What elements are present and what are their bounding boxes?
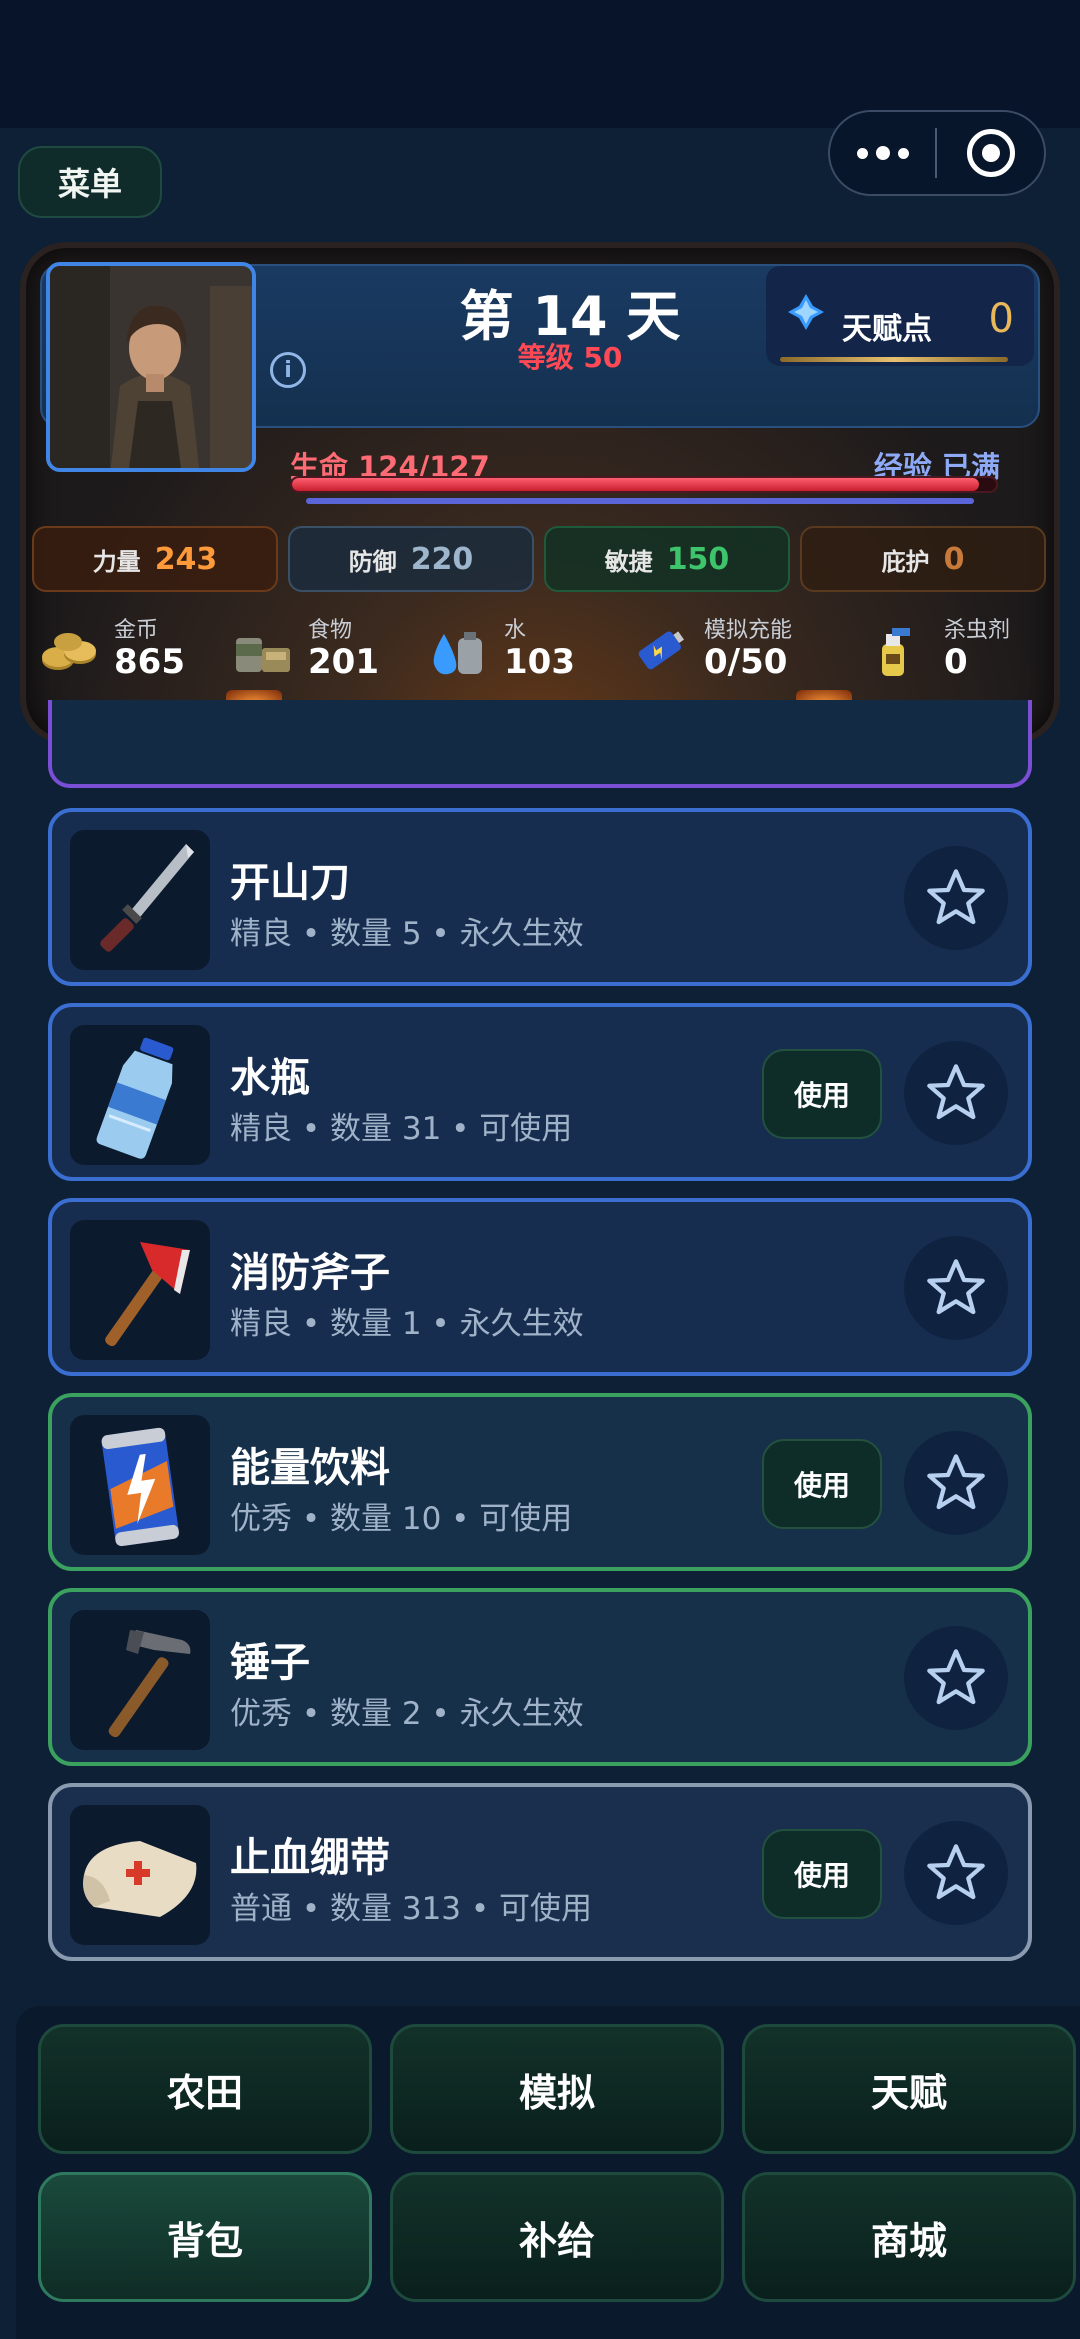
item-name: 能量饮料 [230, 1445, 390, 1491]
player-level: 等级 50 [517, 341, 623, 374]
more-options-icon[interactable] [830, 146, 935, 160]
item-meta: 优秀 • 数量 2 • 永久生效 [230, 1696, 584, 1732]
favorite-star-icon[interactable] [904, 1626, 1008, 1730]
resource-label: 杀虫剂 [944, 618, 1011, 643]
stat-shelter: 庇护 0 [800, 526, 1046, 592]
list-item [48, 700, 1032, 788]
menu-button[interactable]: 菜单 [18, 146, 162, 218]
stat-value: 220 [410, 541, 474, 577]
favorite-star-icon[interactable] [904, 1431, 1008, 1535]
info-icon[interactable]: i [270, 352, 306, 388]
exp-bar [306, 498, 974, 504]
nav-bag-button[interactable]: 背包 [38, 2172, 372, 2302]
mini-program-capsule [828, 110, 1046, 196]
list-item[interactable]: 止血绷带 普通 • 数量 313 • 可使用 使用 [48, 1783, 1032, 1961]
stat-strength: 力量 243 [32, 526, 278, 592]
resource-value: 0 [944, 642, 968, 682]
item-name: 开山刀 [230, 860, 350, 906]
talent-points-label: 天赋点 [842, 312, 932, 347]
stat-defense: 防御 220 [288, 526, 534, 592]
resource-label: 水 [504, 618, 527, 643]
food-icon [236, 638, 290, 672]
favorite-star-icon[interactable] [904, 1821, 1008, 1925]
nav-simulate-button[interactable]: 模拟 [390, 2024, 724, 2154]
resource-value: 865 [114, 642, 185, 682]
favorite-star-icon[interactable] [904, 1236, 1008, 1340]
resource-value: 201 [308, 642, 379, 682]
stat-label: 敏捷 [604, 547, 653, 576]
water-icon [433, 632, 482, 675]
list-item[interactable]: 能量饮料 优秀 • 数量 10 • 可使用 使用 [48, 1393, 1032, 1571]
item-meta: 精良 • 数量 31 • 可使用 [230, 1111, 573, 1147]
use-button[interactable]: 使用 [762, 1829, 882, 1919]
item-meta: 普通 • 数量 313 • 可使用 [230, 1891, 593, 1927]
favorite-star-icon[interactable] [904, 1041, 1008, 1145]
stat-value: 243 [154, 541, 218, 577]
item-meta: 精良 • 数量 5 • 永久生效 [230, 916, 584, 952]
item-name: 止血绷带 [230, 1835, 390, 1881]
item-name: 锤子 [230, 1640, 310, 1686]
spray-icon [882, 628, 910, 676]
water-bottle-icon [70, 1025, 210, 1165]
item-name: 消防斧子 [230, 1250, 390, 1296]
resource-label: 金币 [114, 618, 159, 643]
use-button[interactable]: 使用 [762, 1049, 882, 1139]
gem-icon [788, 294, 824, 330]
close-program-icon[interactable] [937, 129, 1044, 177]
item-meta: 精良 • 数量 1 • 永久生效 [230, 1306, 584, 1342]
resource-value: 103 [504, 642, 575, 682]
stat-label: 庇护 [881, 547, 930, 576]
machete-icon [70, 830, 210, 970]
nav-talent-button[interactable]: 天赋 [742, 2024, 1076, 2154]
talent-points-value: 0 [988, 296, 1014, 342]
list-item[interactable]: 消防斧子 精良 • 数量 1 • 永久生效 [48, 1198, 1032, 1376]
bandage-icon [70, 1805, 210, 1945]
favorite-star-icon[interactable] [904, 846, 1008, 950]
avatar[interactable] [46, 262, 256, 472]
item-name: 水瓶 [230, 1055, 310, 1101]
battery-icon [638, 631, 684, 670]
item-meta: 优秀 • 数量 10 • 可使用 [230, 1501, 573, 1537]
resource-value: 0/50 [704, 642, 788, 682]
talent-underline [780, 357, 1008, 362]
hammer-icon [70, 1610, 210, 1750]
status-bar [0, 0, 1080, 128]
stat-agility: 敏捷 150 [544, 526, 790, 592]
stat-value: 150 [666, 541, 730, 577]
hp-bar [290, 476, 998, 493]
fire-axe-icon [70, 1220, 210, 1360]
use-button[interactable]: 使用 [762, 1439, 882, 1529]
nav-supply-button[interactable]: 补给 [390, 2172, 724, 2302]
resource-label: 食物 [308, 618, 353, 643]
stat-value: 0 [943, 541, 965, 577]
resource-label: 模拟充能 [704, 618, 793, 643]
list-item[interactable]: 锤子 优秀 • 数量 2 • 永久生效 [48, 1588, 1032, 1766]
talent-points-box[interactable]: 天赋点 0 [766, 266, 1034, 366]
hp-bar-fill [292, 478, 980, 491]
energy-drink-icon [70, 1415, 210, 1555]
nav-farm-button[interactable]: 农田 [38, 2024, 372, 2154]
nav-shop-button[interactable]: 商城 [742, 2172, 1076, 2302]
stat-label: 防御 [348, 547, 397, 576]
coins-icon [42, 633, 96, 670]
list-item[interactable]: 水瓶 精良 • 数量 31 • 可使用 使用 [48, 1003, 1032, 1181]
list-item[interactable]: 开山刀 精良 • 数量 5 • 永久生效 [48, 808, 1032, 986]
stat-label: 力量 [92, 547, 141, 576]
